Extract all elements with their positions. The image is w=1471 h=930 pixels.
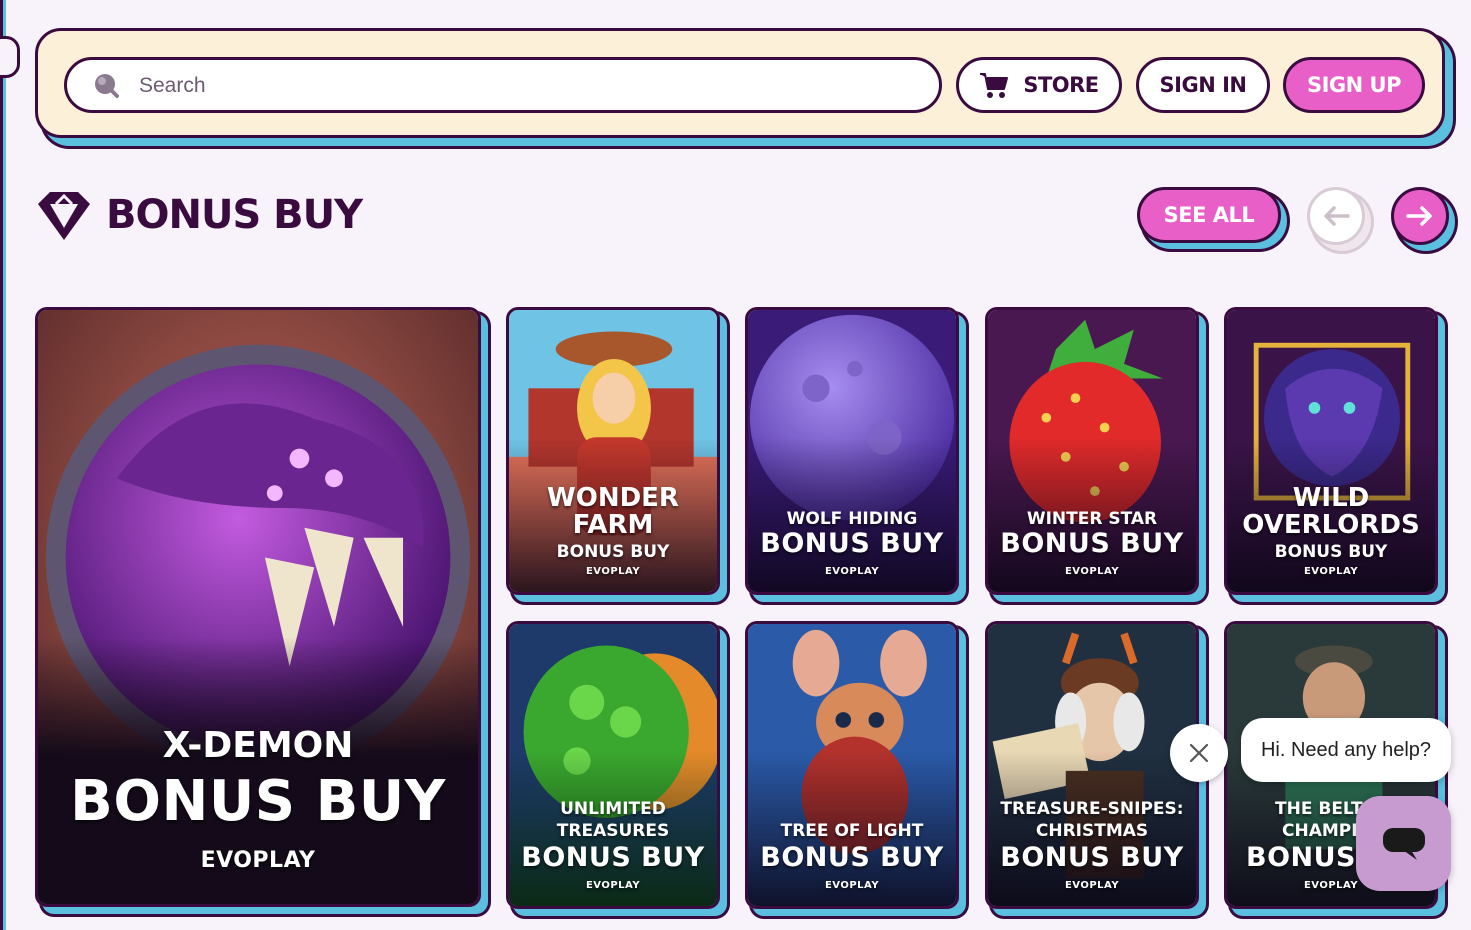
store-label: STORE (1023, 73, 1099, 97)
game-name-line: UNLIMITED (560, 799, 666, 819)
sign-up-label: SIGN UP (1306, 73, 1402, 97)
section-title: BONUS BUY (106, 192, 363, 238)
game-name-line: TREASURES (556, 821, 670, 841)
magnifier-icon (95, 74, 119, 98)
chat-close-button[interactable] (1170, 724, 1228, 782)
arrow-left-icon (1324, 206, 1350, 226)
game-provider: EVOPLAY (1064, 566, 1120, 577)
previous-button[interactable] (1307, 187, 1365, 245)
game-name-line: WOLF HIDING (786, 509, 918, 529)
game-provider: EVOPLAY (585, 880, 641, 891)
see-all-label: SEE ALL (1163, 203, 1255, 227)
game-card[interactable]: TREE OF LIGHT BONUS BUY EVOPLAY (745, 621, 959, 909)
featured-game-subtitle: BONUS BUY (70, 769, 446, 834)
store-button[interactable]: STORE (956, 57, 1122, 113)
sign-up-button[interactable]: SIGN UP (1283, 57, 1425, 113)
game-name-line: WONDER (547, 483, 679, 513)
game-provider: EVOPLAY (824, 880, 880, 891)
game-provider: EVOPLAY (1064, 880, 1120, 891)
close-icon (1189, 743, 1209, 763)
see-all-button[interactable]: SEE ALL (1137, 187, 1281, 243)
chat-icon (1382, 827, 1425, 860)
game-subtitle: BONUS BUY (521, 842, 705, 873)
game-provider: EVOPLAY (1303, 566, 1359, 577)
sidebar-toggle[interactable] (0, 36, 20, 78)
game-provider: EVOPLAY (824, 566, 880, 577)
game-card-featured[interactable]: X-DEMON BONUS BUY EVOPLAY (35, 307, 481, 907)
game-card[interactable]: WONDER FARM BONUS BUY EVOPLAY (506, 307, 720, 595)
featured-game-name: X-DEMON (162, 725, 354, 766)
gem-icon (38, 192, 90, 240)
game-card[interactable]: UNLIMITED TREASURES BONUS BUY EVOPLAY (506, 621, 720, 909)
game-subtitle: BONUS BUY (1000, 842, 1184, 873)
top-bar: STORE SIGN IN SIGN UP (35, 28, 1445, 138)
game-card[interactable]: WINTER STAR BONUS BUY EVOPLAY (985, 307, 1199, 595)
game-name-line: OVERLORDS (1242, 510, 1420, 540)
next-button[interactable] (1391, 187, 1449, 245)
game-subtitle: BONUS BUY (760, 528, 944, 559)
game-card[interactable]: WILD OVERLORDS BONUS BUY EVOPLAY (1224, 307, 1438, 595)
game-subtitle: BONUS BUY (1274, 542, 1388, 562)
game-subtitle: BONUS BUY (760, 842, 944, 873)
game-name-line: TREE OF LIGHT (780, 821, 924, 841)
chat-launcher-button[interactable] (1356, 796, 1451, 891)
game-provider: EVOPLAY (585, 566, 641, 577)
game-name-line: CHRISTMAS (1035, 821, 1149, 841)
search-input[interactable] (137, 70, 921, 102)
game-name-line: WILD (1292, 483, 1370, 513)
game-name-line: WINTER STAR (1026, 509, 1158, 529)
chat-greeting-bubble[interactable]: Hi. Need any help? (1241, 718, 1451, 782)
game-subtitle: BONUS BUY (556, 542, 670, 562)
arrow-right-icon (1406, 206, 1432, 226)
chat-greeting-text: Hi. Need any help? (1260, 738, 1432, 761)
sign-in-label: SIGN IN (1159, 73, 1247, 97)
game-card[interactable]: TREASURE-SNIPES: CHRISTMAS BONUS BUY EVO… (985, 621, 1199, 909)
featured-game-provider: EVOPLAY (200, 848, 316, 873)
game-subtitle: BONUS BUY (1000, 528, 1184, 559)
game-name-line: FARM (572, 510, 654, 540)
cart-icon (980, 73, 1009, 98)
left-rail (0, 0, 6, 930)
game-card[interactable]: WOLF HIDING BONUS BUY EVOPLAY (745, 307, 959, 595)
search-box[interactable] (64, 57, 942, 113)
game-name-line: TREASURE-SNIPES: (1000, 799, 1184, 819)
sign-in-button[interactable]: SIGN IN (1136, 57, 1270, 113)
